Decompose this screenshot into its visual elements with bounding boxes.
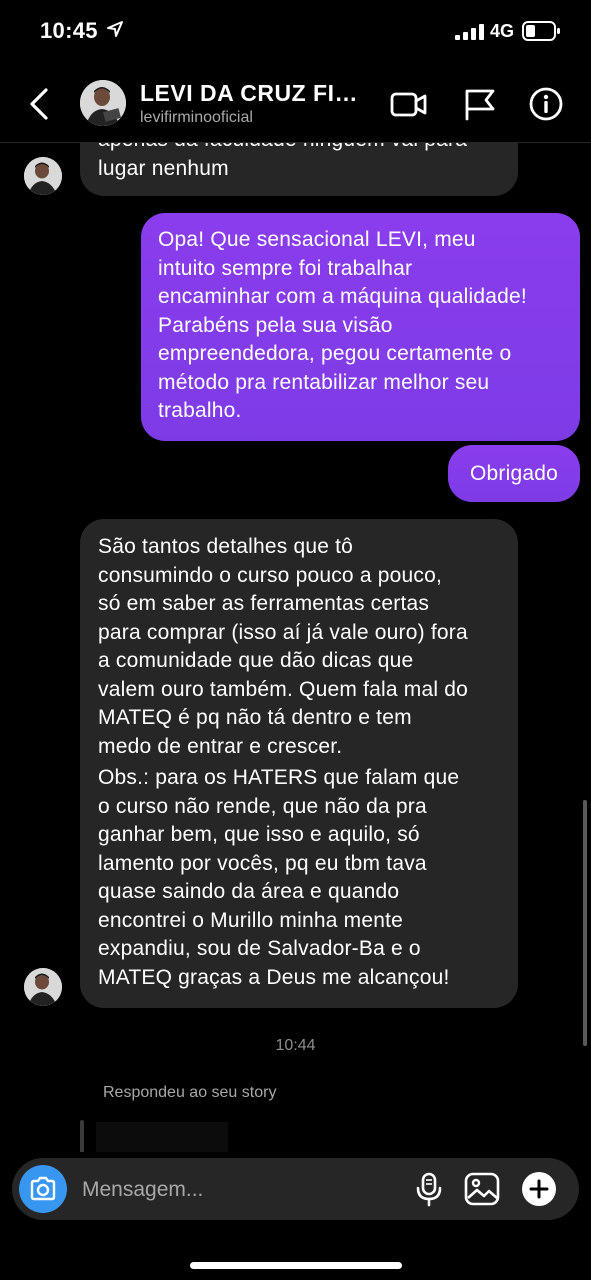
replied-story-label: Respondeu ao seu story	[103, 1084, 277, 1101]
message-line: lugar nenhum	[98, 156, 229, 180]
message-line: MATEQ graças a Deus me alcançou!	[98, 965, 450, 989]
message-line: São tantos detalhes que tô	[98, 535, 354, 558]
message-text: Obrigado	[470, 462, 558, 485]
video-call-icon[interactable]	[388, 86, 428, 122]
sender-avatar[interactable]	[24, 157, 62, 195]
chat-header: LEVI DA CRUZ FIRMINO levifirminooficial	[0, 64, 591, 143]
message-line: expandiu, sou de Salvador-Ba e o	[98, 937, 421, 960]
info-icon[interactable]	[526, 86, 566, 122]
message-line: lamento por vocês, pq eu tbm tava	[98, 851, 427, 875]
network-type: 4G	[490, 21, 515, 41]
message-line: Parabéns pela sua visão	[158, 313, 393, 337]
profile-photo	[24, 968, 62, 1006]
message-line: encontrei o Murillo minha mente	[98, 908, 404, 932]
location-arrow-icon	[107, 21, 123, 37]
incoming-message[interactable]: apenas da faculdade ninguém vai para lug…	[80, 142, 518, 196]
message-line: MATEQ é pq não tá dentro e tem	[98, 706, 412, 729]
flag-icon[interactable]	[460, 86, 500, 122]
battery-icon	[522, 21, 560, 41]
contact-username[interactable]: levifirminooficial	[140, 109, 253, 127]
message-line: a comunidade que dão dicas que	[98, 649, 414, 672]
contact-name[interactable]: LEVI DA CRUZ FIRMINO	[140, 80, 372, 107]
story-preview[interactable]	[96, 1122, 228, 1152]
message-input[interactable]	[80, 1174, 384, 1206]
signal-icon	[455, 24, 484, 40]
home-indicator[interactable]	[190, 1262, 402, 1269]
message-composer	[12, 1158, 579, 1220]
message-line: o curso não rende, que não da pra	[98, 794, 427, 818]
message-line: método pra rentabilizar melhor seu	[158, 370, 490, 394]
message-line: para comprar (isso aí já vale ouro) fora	[98, 620, 468, 644]
story-reply-bar	[80, 1120, 84, 1152]
message-thread[interactable]: apenas da faculdade ninguém vai para lug…	[0, 142, 591, 1152]
add-icon[interactable]	[520, 1170, 558, 1208]
message-line: trabalho.	[158, 399, 242, 422]
avatar[interactable]	[80, 80, 126, 126]
scrollbar[interactable]	[583, 800, 587, 1046]
message-line: empreendedora, pegou certamente o	[158, 342, 512, 365]
message-line: quase saindo da área e quando	[98, 880, 400, 903]
message-line: apenas da faculdade ninguém vai para	[98, 142, 500, 155]
outgoing-message[interactable]: Opa! Que sensacional LEVI, meu intuito s…	[141, 213, 580, 441]
sender-avatar[interactable]	[24, 968, 62, 1006]
camera-icon	[30, 1176, 56, 1201]
message-line: consumindo o curso pouco a pouco,	[98, 563, 442, 587]
message-line: intuito sempre foi trabalhar	[158, 256, 413, 280]
camera-button[interactable]	[19, 1165, 67, 1213]
message-line: valem ouro também. Quem fala mal do	[98, 677, 468, 701]
message-line: medo de entrar e crescer.	[98, 734, 343, 758]
message-timestamp: 10:44	[275, 1037, 316, 1054]
message-line: ganhar bem, que isso e aquilo, só	[98, 823, 420, 846]
message-line: Opa! Que sensacional LEVI, meu	[158, 228, 476, 251]
microphone-icon[interactable]	[410, 1170, 448, 1208]
message-line: Obs.: para os HATERS que falam que	[98, 766, 460, 789]
status-bar: 10:45 4G	[0, 0, 591, 64]
profile-photo	[24, 157, 62, 195]
back-icon[interactable]	[26, 86, 54, 122]
incoming-message[interactable]: São tantos detalhes que tô consumindo o …	[80, 519, 518, 1008]
status-time: 10:45	[40, 18, 98, 43]
message-line: encaminhar com a máquina qualidade!	[158, 285, 527, 308]
outgoing-message[interactable]: Obrigado	[448, 445, 580, 502]
message-line: só em saber as ferramentas certas	[98, 592, 430, 615]
profile-photo	[80, 80, 126, 126]
gallery-icon[interactable]	[463, 1170, 501, 1208]
